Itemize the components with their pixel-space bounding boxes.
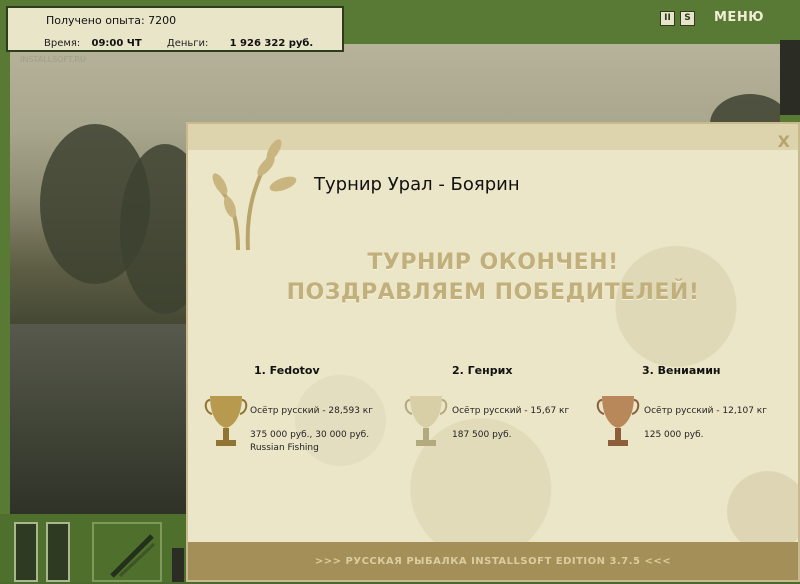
rod-slot-1[interactable] xyxy=(14,522,38,582)
player-stats-panel: Получено опыта: 7200 Время: 09:00 ЧТ Ден… xyxy=(6,6,344,52)
pause-icon[interactable]: II xyxy=(660,11,675,26)
winner-sponsor-prize: Russian Fishing xyxy=(250,443,319,453)
winner-catch: Осётр русский - 15,67 кг xyxy=(452,406,570,416)
bronze-cup-icon xyxy=(596,396,640,446)
top-icons: II S xyxy=(660,11,695,26)
money-value: 1 926 322 руб. xyxy=(229,38,314,49)
time-money-row: Время: 09:00 ЧТ Деньги: 1 926 322 руб. xyxy=(44,38,313,49)
winner-name: 3. Вениамин xyxy=(642,364,721,377)
side-panel-edge xyxy=(780,40,800,115)
watermark: INSTALLSOFT.RU xyxy=(20,55,86,64)
rod-slot-2[interactable] xyxy=(46,522,70,582)
tackle-button[interactable] xyxy=(92,522,162,582)
scroll-up-icon[interactable] xyxy=(172,548,184,582)
menu-button[interactable]: МЕНЮ xyxy=(714,10,764,25)
close-icon[interactable]: X xyxy=(778,132,790,151)
tournament-result-dialog: X Турнир Урал - Боярин ТУРНИР ОКОНЧЕН! П… xyxy=(186,122,800,582)
winner-catch: Осётр русский - 28,593 кг xyxy=(250,406,373,416)
wheat-emblem-icon xyxy=(212,139,297,251)
winner-prize: 125 000 руб. xyxy=(644,430,704,440)
time-label: Время: xyxy=(44,38,81,49)
time-value: 09:00 ЧТ xyxy=(91,38,142,49)
shop-icon[interactable]: S xyxy=(680,11,695,26)
winner-name: 2. Генрих xyxy=(452,364,513,377)
winner-prize: 375 000 руб., 30 000 руб. xyxy=(250,430,370,440)
gold-cup-icon xyxy=(204,396,248,446)
winner-prize: 187 500 руб. xyxy=(452,430,512,440)
dialog-title: Турнир Урал - Боярин xyxy=(314,174,520,195)
congratulations-banner: ТУРНИР ОКОНЧЕН! ПОЗДРАВЛЯЕМ ПОБЕДИТЕЛЕЙ! xyxy=(188,248,798,308)
winner-name: 1. Fedotov xyxy=(254,364,320,377)
game-version-footer: >>> РУССКАЯ РЫБАЛКА INSTALLSOFT EDITION … xyxy=(314,556,672,567)
winner-catch: Осётр русский - 12,107 кг xyxy=(644,406,767,416)
silver-cup-icon xyxy=(404,396,448,446)
riverbank xyxy=(10,324,200,514)
rod-icon xyxy=(110,534,156,578)
congrats-line-2: ПОЗДРАВЛЯЕМ ПОБЕДИТЕЛЕЙ! xyxy=(286,280,700,305)
congrats-line-1: ТУРНИР ОКОНЧЕН! xyxy=(367,250,619,275)
xp-gained-text: Получено опыта: 7200 xyxy=(46,14,177,27)
money-label: Деньги: xyxy=(166,38,209,49)
